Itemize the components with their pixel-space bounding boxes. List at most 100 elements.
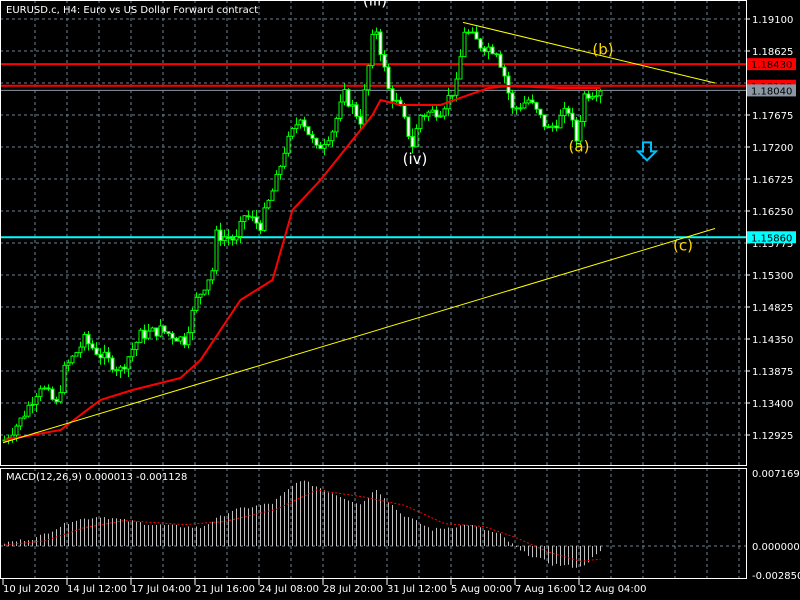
candle-body xyxy=(134,341,139,351)
candle xyxy=(474,26,479,40)
candle xyxy=(470,27,475,34)
candle-body xyxy=(538,108,543,116)
candle xyxy=(90,340,95,351)
candle xyxy=(306,126,311,136)
candle xyxy=(454,72,459,102)
candle-body xyxy=(18,417,23,427)
resistance-upper-price-label: 1.18430 xyxy=(751,60,792,71)
candle-body xyxy=(354,104,359,117)
candle xyxy=(218,222,223,246)
macd-signal-line xyxy=(4,489,601,562)
candle xyxy=(378,28,383,62)
candle xyxy=(86,330,91,351)
candle xyxy=(426,110,431,122)
candle-body xyxy=(414,128,419,148)
candle xyxy=(206,279,211,295)
candle xyxy=(106,347,111,363)
candle xyxy=(270,188,275,201)
candle-body xyxy=(22,415,27,419)
candle-body xyxy=(450,94,455,97)
candle xyxy=(418,114,423,133)
candle xyxy=(122,364,127,374)
candle-body xyxy=(322,144,327,149)
candle-body xyxy=(110,357,115,371)
candle-body xyxy=(366,65,371,91)
candle xyxy=(222,229,227,247)
candle-body xyxy=(62,364,67,394)
bid-line-price-label: 1.18040 xyxy=(751,86,792,97)
candle xyxy=(42,385,47,391)
candle-body xyxy=(442,108,447,117)
x-tick-label: 17 Jul 04:00 xyxy=(131,584,191,595)
candle-body xyxy=(338,101,343,119)
candle xyxy=(510,90,515,114)
candle-body xyxy=(350,104,355,107)
candle xyxy=(534,101,539,113)
candle-body xyxy=(394,99,399,102)
candle-body xyxy=(158,325,163,337)
candle-body xyxy=(130,349,135,358)
candle-body xyxy=(222,236,227,242)
candle-body xyxy=(106,351,111,359)
candle-body xyxy=(598,90,603,97)
candle xyxy=(498,51,503,69)
candle-body xyxy=(582,93,587,122)
candle xyxy=(438,111,443,118)
candle xyxy=(362,84,367,127)
candle xyxy=(310,130,315,143)
candle-body xyxy=(390,88,395,102)
candle-body xyxy=(342,89,347,103)
candle-body xyxy=(122,366,127,370)
candle-body xyxy=(74,352,79,357)
candle-body xyxy=(478,38,483,49)
candle-body xyxy=(542,114,547,128)
candle xyxy=(150,326,155,332)
candle xyxy=(238,216,243,244)
candle xyxy=(266,199,271,210)
candle xyxy=(318,142,323,149)
candle xyxy=(282,147,287,169)
y-tick-label: 1.16725 xyxy=(752,175,793,186)
x-tick-label: 12 Aug 04:00 xyxy=(579,584,646,595)
candle-body xyxy=(554,125,559,129)
candle xyxy=(254,209,259,230)
candle xyxy=(234,229,239,245)
x-tick-label: 5 Aug 00:00 xyxy=(451,584,512,595)
candle-body xyxy=(526,99,531,104)
x-tick-label: 21 Jul 16:00 xyxy=(195,584,255,595)
candle xyxy=(334,116,339,137)
candle xyxy=(386,63,391,90)
candle xyxy=(570,107,575,128)
candle-body xyxy=(378,31,383,56)
candle xyxy=(526,96,531,105)
candle-body xyxy=(586,93,591,99)
candle-body xyxy=(474,31,479,40)
macd-y-tick-label: 0.007169 xyxy=(752,469,800,480)
candle xyxy=(142,324,147,344)
candle-body xyxy=(114,369,119,372)
candle xyxy=(146,324,151,341)
x-tick-label: 14 Jul 12:00 xyxy=(67,584,127,595)
candle-body xyxy=(486,46,491,53)
candle xyxy=(486,42,491,60)
candle-body xyxy=(86,333,91,345)
candle-body xyxy=(46,387,51,390)
candle xyxy=(134,341,139,356)
candle-body xyxy=(38,388,43,398)
candle xyxy=(326,136,331,147)
candle-body xyxy=(210,270,215,281)
candle-body xyxy=(242,215,247,223)
candle-body xyxy=(254,216,259,224)
candle xyxy=(170,331,175,345)
candle xyxy=(46,384,51,392)
candle xyxy=(138,328,143,343)
candle xyxy=(158,319,163,338)
candle-body xyxy=(402,105,407,118)
candle-body xyxy=(246,215,251,218)
candle-body xyxy=(258,222,263,231)
candle-body xyxy=(282,152,287,167)
wave-label: (iii) xyxy=(363,0,387,10)
macd-panel xyxy=(0,480,746,568)
candle-body xyxy=(546,126,551,129)
candle-body xyxy=(406,116,411,137)
